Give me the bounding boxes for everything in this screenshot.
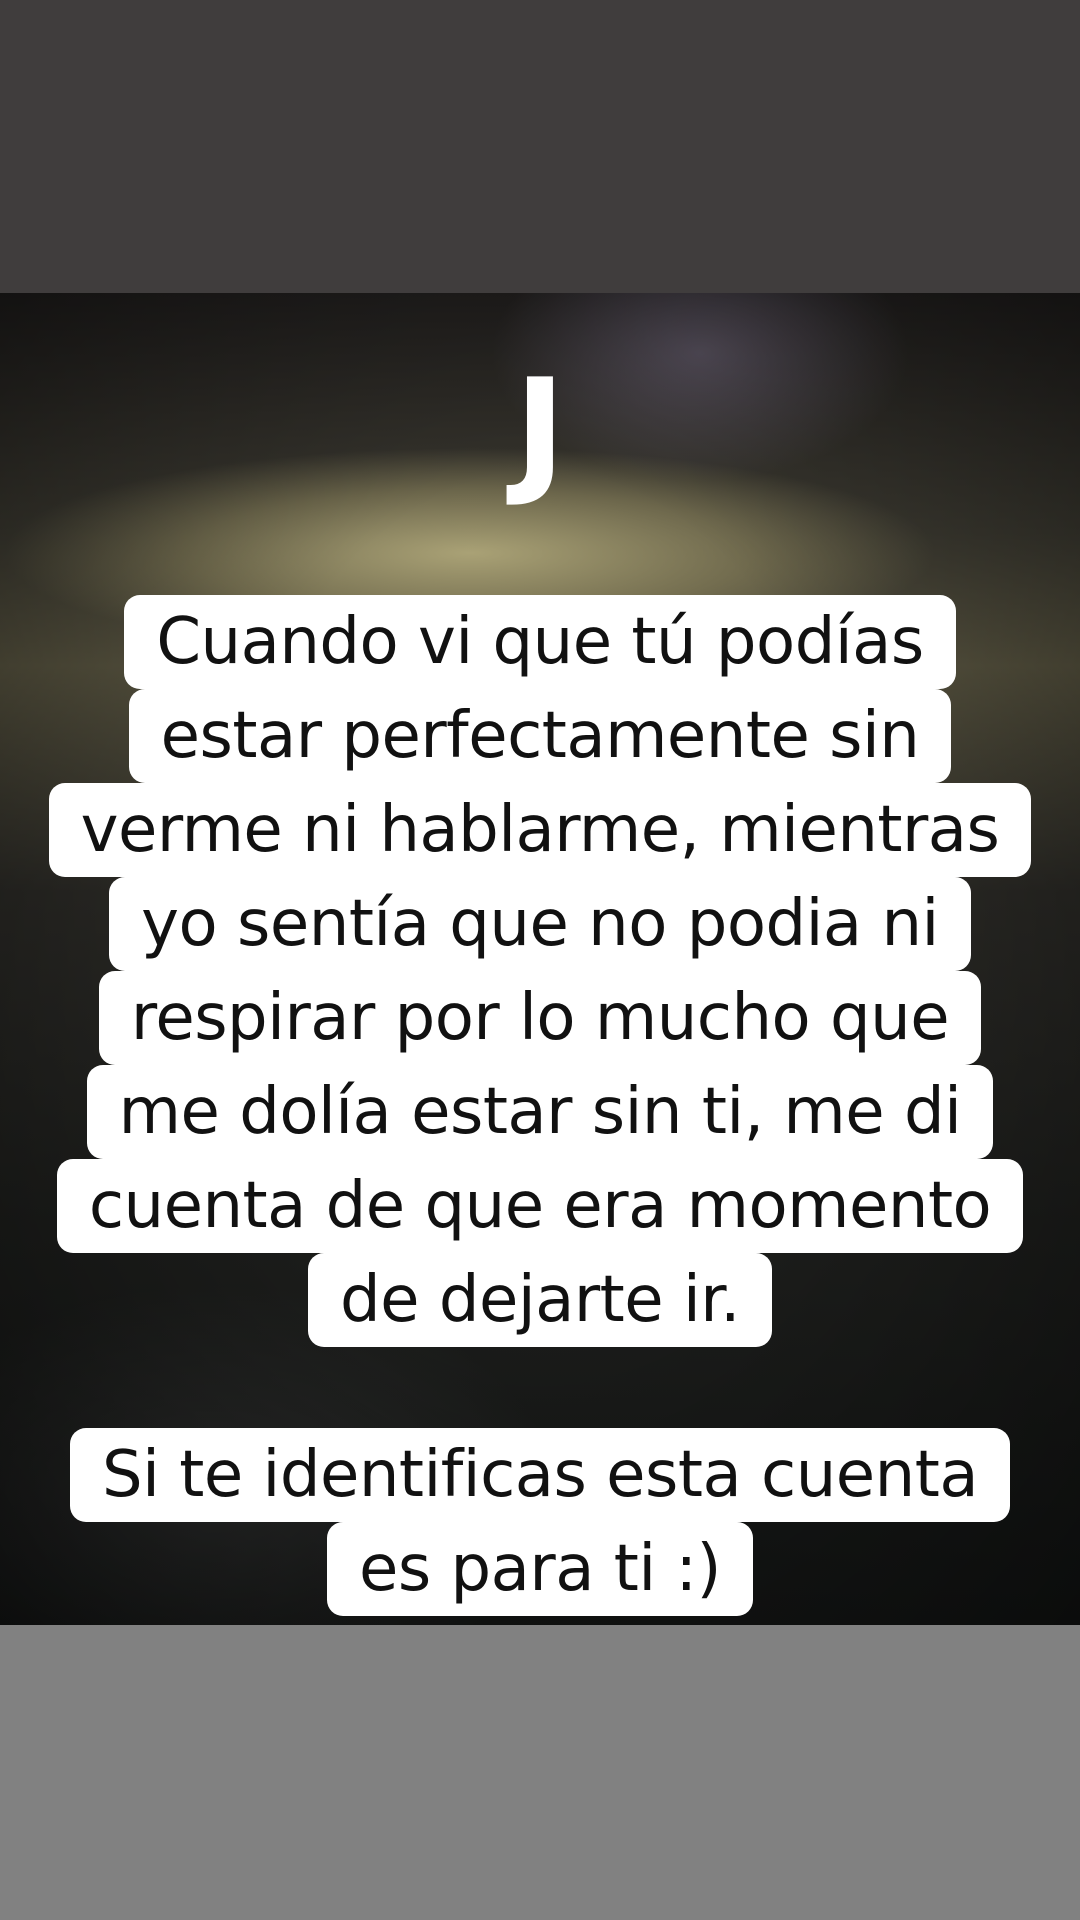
caption-line: yo sentía que no podia ni <box>0 877 1080 971</box>
caption-line: me dolía estar sin ti, me di <box>0 1065 1080 1159</box>
caption-line: cuenta de que era momento <box>0 1159 1080 1253</box>
initial-letter: J <box>514 349 566 510</box>
cta-line: es para ti :) <box>0 1522 1080 1616</box>
cta-line: Si te identificas esta cuenta <box>0 1428 1080 1522</box>
caption-line: estar perfectamente sin <box>0 689 1080 783</box>
bottom-letterbox-band <box>0 1625 1080 1920</box>
caption-line: verme ni hablarme, mientras <box>0 783 1080 877</box>
caption-line: de dejarte ir. <box>0 1253 1080 1347</box>
call-to-action-caption: Si te identificas esta cuenta es para ti… <box>0 1428 1080 1616</box>
caption-line: respirar por lo mucho que <box>0 971 1080 1065</box>
top-letterbox-band <box>0 0 1080 293</box>
message-caption: Cuando vi que tú podías estar perfectame… <box>0 595 1080 1347</box>
caption-line: Cuando vi que tú podías <box>0 595 1080 689</box>
